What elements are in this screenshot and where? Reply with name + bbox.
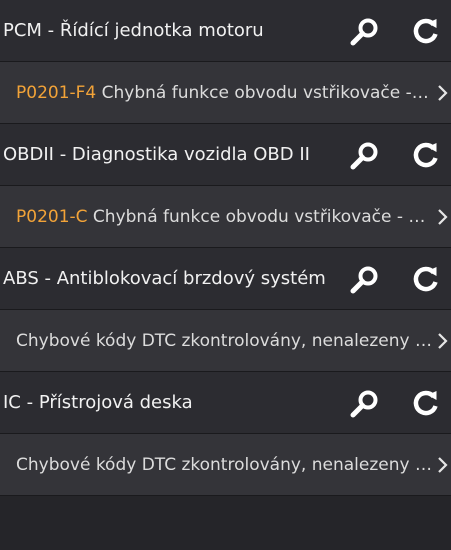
module-title: OBDII - Diagnostika vozidla OBD II xyxy=(3,144,310,165)
refresh-button[interactable] xyxy=(409,386,443,420)
search-button[interactable] xyxy=(348,138,382,172)
module-title: IC - Přístrojová deska xyxy=(3,392,193,413)
search-icon xyxy=(350,142,378,170)
refresh-button[interactable] xyxy=(409,262,443,296)
status-entry: Chybové kódy DTC zkontrolovány, nenaleze… xyxy=(16,434,432,496)
module-row-ic: IC - Přístrojová deska xyxy=(0,372,451,434)
module-title: ABS - Antiblokovací brzdový systém xyxy=(3,268,326,289)
dtc-code: P0201-C xyxy=(16,207,88,227)
search-icon xyxy=(350,266,378,294)
module-row-obdii: OBDII - Diagnostika vozidla OBD II xyxy=(0,124,451,186)
refresh-icon xyxy=(413,142,438,168)
search-button[interactable] xyxy=(348,262,382,296)
search-button[interactable] xyxy=(348,14,382,48)
dtc-entry: P0201-F4 Chybná funkce obvodu vstřikovač… xyxy=(16,62,432,124)
status-row[interactable]: Chybové kódy DTC zkontrolovány, nenaleze… xyxy=(0,310,451,372)
dtc-description: Chybná funkce obvodu vstřikovače - … xyxy=(96,83,432,103)
search-button[interactable] xyxy=(348,386,382,420)
dtc-description: Chybná funkce obvodu vstřikovače - v… xyxy=(87,207,432,227)
refresh-icon xyxy=(413,390,438,416)
status-text: Chybové kódy DTC zkontrolovány, nenaleze… xyxy=(16,331,432,351)
list-empty-space xyxy=(0,496,451,548)
module-list: PCM - Řídící jednotka motoru P0201-F4 Ch… xyxy=(0,0,451,548)
chevron-right-icon xyxy=(436,332,448,350)
dtc-row[interactable]: P0201-C Chybná funkce obvodu vstřikovače… xyxy=(0,186,451,248)
search-icon xyxy=(350,390,378,418)
status-row[interactable]: Chybové kódy DTC zkontrolovány, nenaleze… xyxy=(0,434,451,496)
module-row-abs: ABS - Antiblokovací brzdový systém xyxy=(0,248,451,310)
chevron-right-icon xyxy=(436,84,448,102)
module-row-pcm: PCM - Řídící jednotka motoru xyxy=(0,0,451,62)
refresh-button[interactable] xyxy=(409,138,443,172)
refresh-icon xyxy=(413,266,438,292)
module-title: PCM - Řídící jednotka motoru xyxy=(3,20,264,41)
status-entry: Chybové kódy DTC zkontrolovány, nenaleze… xyxy=(16,310,432,372)
refresh-icon xyxy=(413,18,438,44)
dtc-code: P0201-F4 xyxy=(16,83,97,103)
chevron-right-icon xyxy=(436,456,448,474)
dtc-entry: P0201-C Chybná funkce obvodu vstřikovače… xyxy=(16,186,432,248)
status-text: Chybové kódy DTC zkontrolovány, nenaleze… xyxy=(16,455,432,475)
dtc-row[interactable]: P0201-F4 Chybná funkce obvodu vstřikovač… xyxy=(0,62,451,124)
search-icon xyxy=(350,18,378,46)
chevron-right-icon xyxy=(436,208,448,226)
refresh-button[interactable] xyxy=(409,14,443,48)
